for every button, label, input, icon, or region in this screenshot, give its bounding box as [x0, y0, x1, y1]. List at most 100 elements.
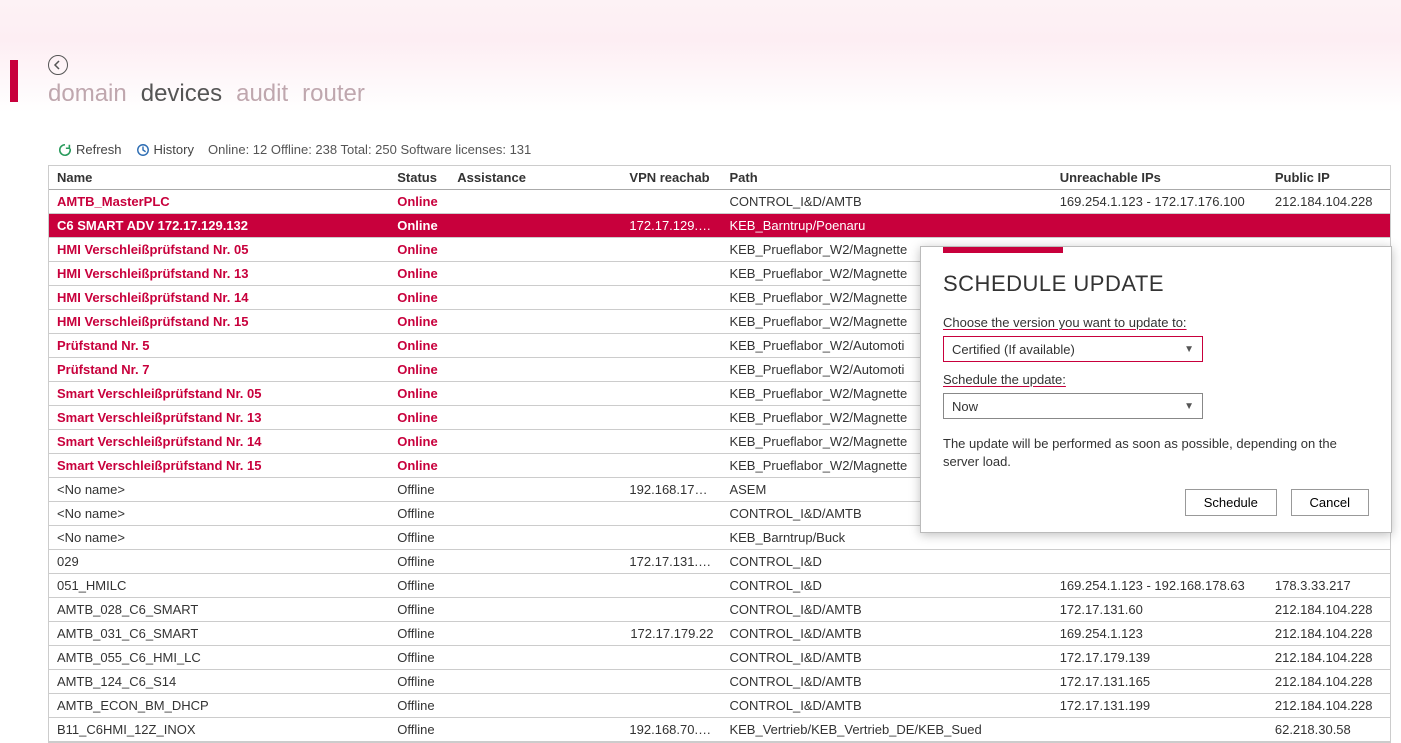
header: domain devices audit router — [0, 40, 1401, 112]
cell-pubip: 178.3.33.217 — [1267, 574, 1390, 598]
history-button[interactable]: History — [136, 142, 194, 157]
col-status[interactable]: Status — [389, 166, 449, 190]
label-version: Choose the version you want to update to… — [943, 315, 1369, 330]
cell-name: AMTB_124_C6_S14 — [49, 670, 389, 694]
cell-assist — [449, 334, 621, 358]
cell-assist — [449, 262, 621, 286]
dialog-accent — [943, 247, 1063, 253]
back-button[interactable] — [48, 55, 68, 75]
cell-assist — [449, 190, 621, 214]
schedule-button[interactable]: Schedule — [1185, 489, 1277, 516]
toolbar: Refresh History Online: 12 Offline: 238 … — [0, 112, 1401, 165]
cell-status: Offline — [389, 718, 449, 742]
cell-vpn — [621, 382, 721, 406]
cell-vpn — [621, 406, 721, 430]
table-row[interactable]: AMTB_028_C6_SMARTOfflineCONTROL_I&D/AMTB… — [49, 598, 1390, 622]
cell-status: Offline — [389, 598, 449, 622]
cell-unreach — [1052, 550, 1267, 574]
table-row[interactable]: C6 SMART ADV 172.17.129.132Online172.17.… — [49, 214, 1390, 238]
cell-vpn — [621, 598, 721, 622]
table-row[interactable]: AMTB_031_C6_SMARTOffline172.17.179.22CON… — [49, 622, 1390, 646]
cell-pubip: 212.184.104.228 — [1267, 622, 1390, 646]
cell-name: Smart Verschleißprüfstand Nr. 15 — [49, 454, 389, 478]
cell-assist — [449, 310, 621, 334]
cell-vpn — [621, 670, 721, 694]
schedule-dropdown[interactable]: Now ▼ — [943, 393, 1203, 419]
cell-name: AMTB_055_C6_HMI_LC — [49, 646, 389, 670]
cell-assist — [449, 358, 621, 382]
cell-unreach: 169.254.1.123 — [1052, 622, 1267, 646]
col-assist[interactable]: Assistance — [449, 166, 621, 190]
tab-router[interactable]: router — [302, 80, 365, 107]
col-unreach[interactable]: Unreachable IPs — [1052, 166, 1267, 190]
cell-vpn — [621, 190, 721, 214]
cell-status: Online — [389, 358, 449, 382]
table-row[interactable]: AMTB_MasterPLCOnlineCONTROL_I&D/AMTB169.… — [49, 190, 1390, 214]
cell-path: CONTROL_I&D/AMTB — [721, 694, 1051, 718]
cell-vpn — [621, 238, 721, 262]
cell-unreach — [1052, 214, 1267, 238]
cell-assist — [449, 430, 621, 454]
status-summary: Online: 12 Offline: 238 Total: 250 Softw… — [208, 142, 531, 157]
tab-domain[interactable]: domain — [48, 80, 127, 107]
cell-name: Smart Verschleißprüfstand Nr. 13 — [49, 406, 389, 430]
cell-vpn — [621, 502, 721, 526]
refresh-label: Refresh — [76, 142, 122, 157]
tab-devices[interactable]: devices — [141, 80, 222, 107]
col-pubip[interactable]: Public IP — [1267, 166, 1390, 190]
table-row[interactable]: AMTB_ECON_BM_DHCPOfflineCONTROL_I&D/AMTB… — [49, 694, 1390, 718]
table-row[interactable]: AMTB_055_C6_HMI_LCOfflineCONTROL_I&D/AMT… — [49, 646, 1390, 670]
col-path[interactable]: Path — [721, 166, 1051, 190]
cell-status: Offline — [389, 622, 449, 646]
cell-assist — [449, 550, 621, 574]
cell-assist — [449, 502, 621, 526]
cell-unreach: 172.17.131.165 — [1052, 670, 1267, 694]
history-label: History — [154, 142, 194, 157]
cell-vpn: 172.17.131.158 — [621, 550, 721, 574]
col-vpn[interactable]: VPN reachab — [621, 166, 721, 190]
cell-name: 029 — [49, 550, 389, 574]
cell-name: AMTB_031_C6_SMART — [49, 622, 389, 646]
cell-pubip: 212.184.104.228 — [1267, 670, 1390, 694]
cell-name: HMI Verschleißprüfstand Nr. 14 — [49, 286, 389, 310]
table-row[interactable]: AMTB_124_C6_S14OfflineCONTROL_I&D/AMTB17… — [49, 670, 1390, 694]
accent-bar — [10, 60, 18, 102]
version-dropdown[interactable]: Certified (If available) ▼ — [943, 336, 1203, 362]
chevron-down-icon: ▼ — [1184, 401, 1194, 412]
cell-assist — [449, 454, 621, 478]
tab-audit[interactable]: audit — [236, 80, 288, 107]
cell-name: C6 SMART ADV 172.17.129.132 — [49, 214, 389, 238]
cell-assist — [449, 718, 621, 742]
cell-vpn — [621, 574, 721, 598]
cell-name: B11_C6HMI_12Z_INOX — [49, 718, 389, 742]
col-name[interactable]: Name — [49, 166, 389, 190]
cell-path: KEB_Barntrup/Poenaru — [721, 214, 1051, 238]
dialog-actions: Schedule Cancel — [943, 489, 1369, 516]
cell-status: Offline — [389, 670, 449, 694]
cell-name: Smart Verschleißprüfstand Nr. 05 — [49, 382, 389, 406]
cell-name: HMI Verschleißprüfstand Nr. 13 — [49, 262, 389, 286]
table-row[interactable]: B11_C6HMI_12Z_INOXOffline192.168.70.119K… — [49, 718, 1390, 742]
cell-status: Online — [389, 238, 449, 262]
cell-pubip: 212.184.104.228 — [1267, 598, 1390, 622]
table-row[interactable]: 029Offline172.17.131.158CONTROL_I&D — [49, 550, 1390, 574]
schedule-update-dialog: SCHEDULE UPDATE Choose the version you w… — [920, 246, 1392, 533]
cell-unreach: 172.17.179.139 — [1052, 646, 1267, 670]
cell-path: CONTROL_I&D/AMTB — [721, 622, 1051, 646]
cell-unreach: 169.254.1.123 - 172.17.176.100 — [1052, 190, 1267, 214]
cell-assist — [449, 382, 621, 406]
cell-status: Online — [389, 406, 449, 430]
cell-name: <No name> — [49, 478, 389, 502]
refresh-button[interactable]: Refresh — [58, 142, 122, 157]
dialog-title: SCHEDULE UPDATE — [943, 271, 1369, 297]
top-banner — [0, 0, 1401, 40]
cell-name: AMTB_MasterPLC — [49, 190, 389, 214]
cell-pubip: 212.184.104.228 — [1267, 646, 1390, 670]
cell-assist — [449, 406, 621, 430]
cell-pubip — [1267, 214, 1390, 238]
version-dropdown-value: Certified (If available) — [952, 342, 1075, 357]
cancel-button[interactable]: Cancel — [1291, 489, 1369, 516]
cell-vpn — [621, 310, 721, 334]
refresh-icon — [58, 143, 72, 157]
table-row[interactable]: 051_HMILCOfflineCONTROL_I&D169.254.1.123… — [49, 574, 1390, 598]
